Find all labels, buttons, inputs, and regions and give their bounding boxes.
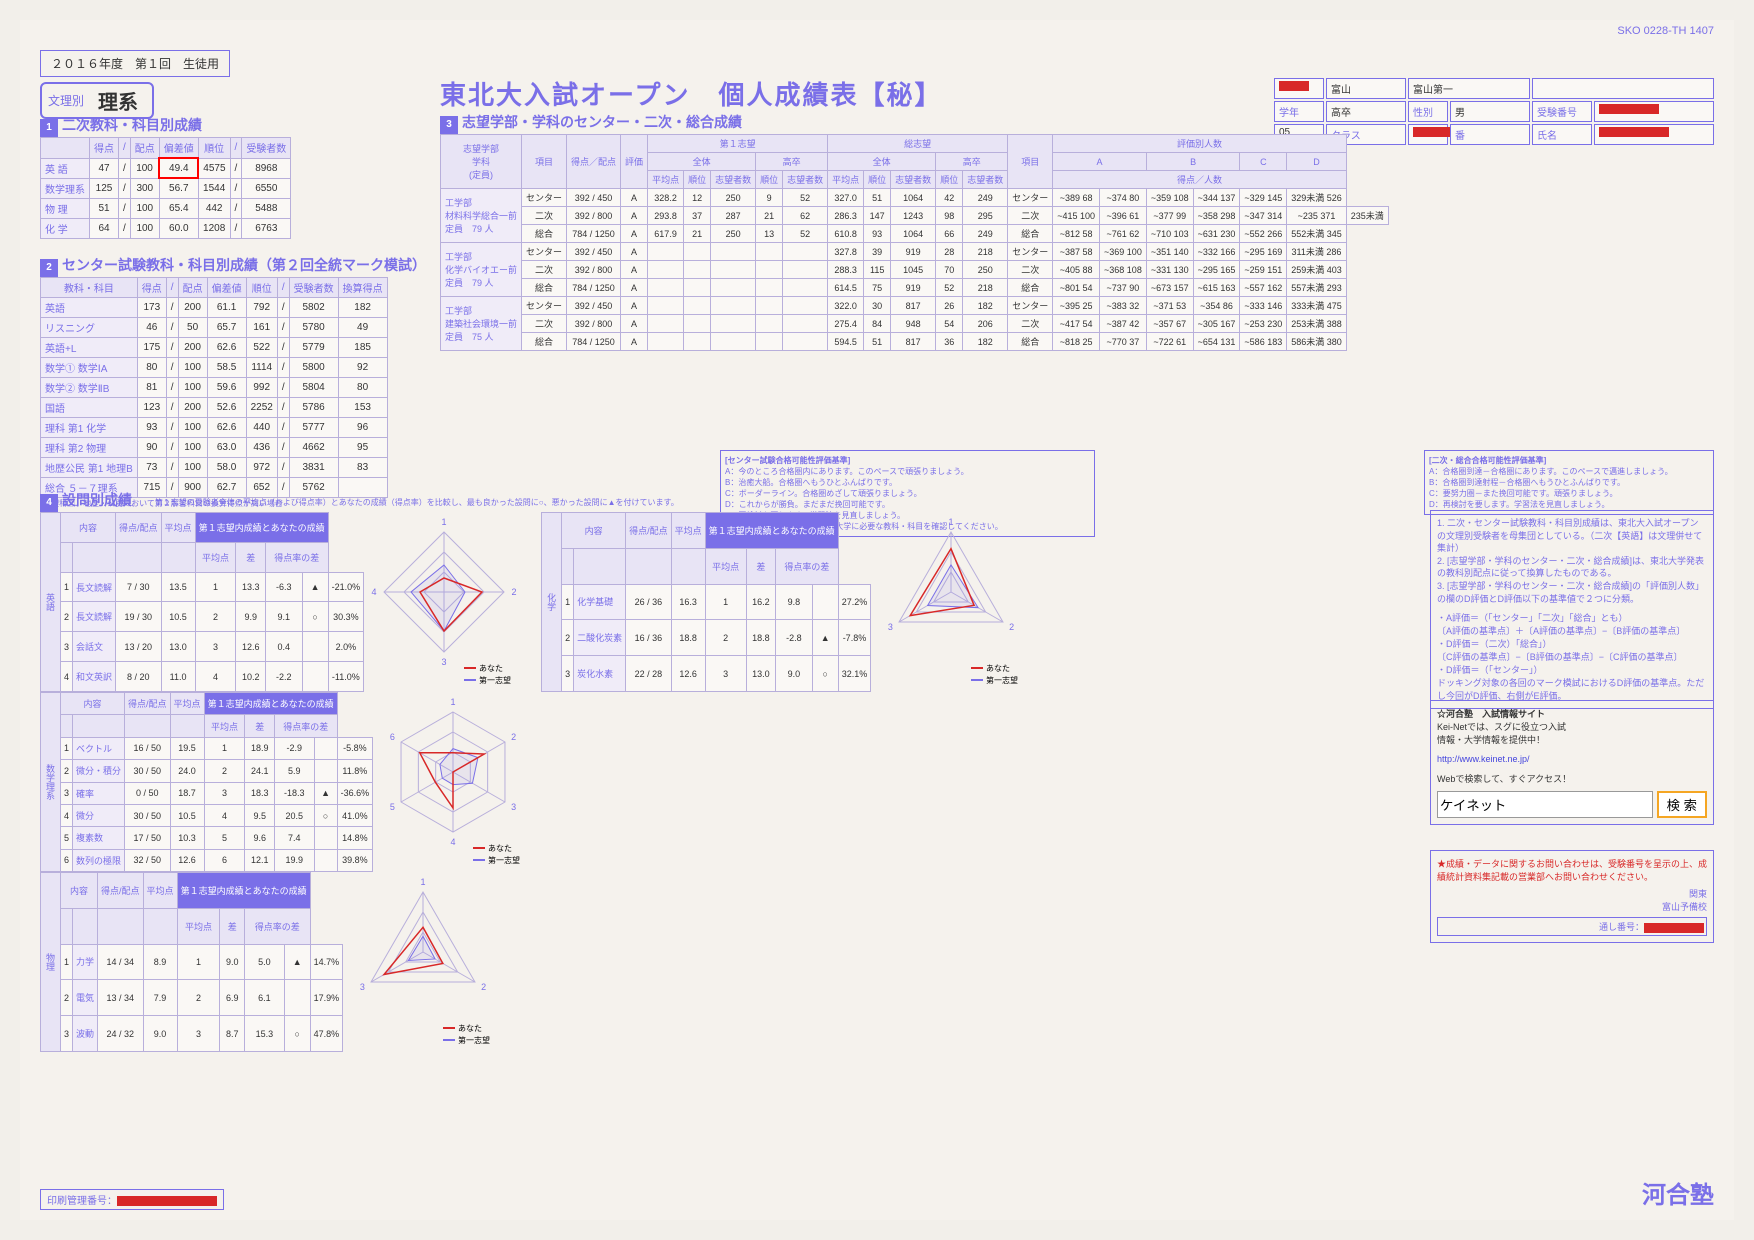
svg-text:あなた: あなた [488, 844, 512, 853]
svg-text:第一志望: 第一志望 [488, 855, 520, 865]
svg-text:3: 3 [888, 622, 893, 632]
section-3: 3志望学部・学科のセンター・二次・総合成績 志望学部学科(定員)項目得点／配点評… [440, 112, 1389, 351]
keinet-search-button[interactable]: 検 索 [1657, 791, 1707, 818]
svg-text:あなた: あなた [458, 1024, 482, 1033]
svg-text:6: 6 [390, 732, 395, 742]
track-value: 理系 [90, 86, 146, 115]
svg-text:2: 2 [512, 587, 517, 597]
svg-text:3: 3 [360, 982, 365, 992]
form-code: SKO 0228-TH 1407 [1617, 25, 1714, 37]
track-box: 文理別 理系 [40, 82, 154, 119]
legend-niji: [二次・総合合格可能性評価基準]A：合格圏到達－合格圏にあります。このペースで邁… [1424, 450, 1714, 515]
svg-text:1: 1 [421, 877, 426, 887]
keinet-search-input[interactable] [1437, 791, 1653, 818]
svg-text:1: 1 [451, 697, 456, 707]
keinet-link[interactable]: http://www.keinet.ne.jp/ [1437, 754, 1530, 764]
print-number: 印刷管理番号： [40, 1189, 224, 1210]
svg-text:4: 4 [451, 837, 456, 847]
side-ad: ☆河合塾 入試情報サイト Kei-Netでは、スグに役立つ入試 情報・大学情報を… [1430, 700, 1714, 825]
track-label: 文理別 [48, 92, 84, 109]
section-4: 4設問別成績 第１志望の受験者全体の平均点（および得点率）とあなたの成績（得点率… [40, 490, 1100, 1052]
svg-text:1: 1 [442, 517, 447, 527]
score-report: SKO 0228-TH 1407 ２０１６年度 第１回 生徒用 文理別 理系 東… [20, 20, 1734, 1220]
secondary-subject-table: 得点/配点偏差値順位/受験者数英 語47/10049.44575/8968数学理… [40, 137, 291, 239]
year-edition: ２０１６年度 第１回 生徒用 [40, 50, 230, 77]
svg-text:第一志望: 第一志望 [458, 1035, 490, 1045]
svg-text:3: 3 [442, 657, 447, 667]
side-notes: 1. 二次・センター試験教科・科目別成績は、東北大入試オープンの文理別受験者を母… [1430, 510, 1714, 709]
side-contact: ★成績・データに関するお問い合わせは、受験番号を呈示の上、成績統計資料集記載の営… [1430, 850, 1714, 943]
section-1: 1二次教科・科目別成績 得点/配点偏差値順位/受験者数英 語47/10049.4… [40, 115, 291, 239]
svg-text:2: 2 [481, 982, 486, 992]
svg-text:3: 3 [511, 802, 516, 812]
choice-results-table: 志望学部学科(定員)項目得点／配点評価第１志望総志望項目評価別人数全体高卒全体高… [440, 134, 1389, 351]
kawai-logo: 河合塾 [1642, 1175, 1714, 1210]
section-2: 2センター試験教科・科目別成績（第２回全統マーク模試） 教科・科目得点/配点偏差… [40, 255, 426, 509]
svg-text:4: 4 [372, 587, 377, 597]
report-title: 東北大入試オープン 個人成績表【秘】 [440, 75, 942, 112]
svg-text:2: 2 [511, 732, 516, 742]
svg-text:第一志望: 第一志望 [986, 675, 1018, 685]
svg-text:1: 1 [949, 517, 954, 527]
svg-text:あなた: あなた [986, 664, 1010, 673]
center-subject-table: 教科・科目得点/配点偏差値順位/受験者数換算得点英語173/20061.1792… [40, 277, 388, 498]
svg-text:第一志望: 第一志望 [479, 675, 511, 685]
svg-text:5: 5 [390, 802, 395, 812]
svg-text:2: 2 [1009, 622, 1014, 632]
svg-text:あなた: あなた [479, 664, 503, 673]
